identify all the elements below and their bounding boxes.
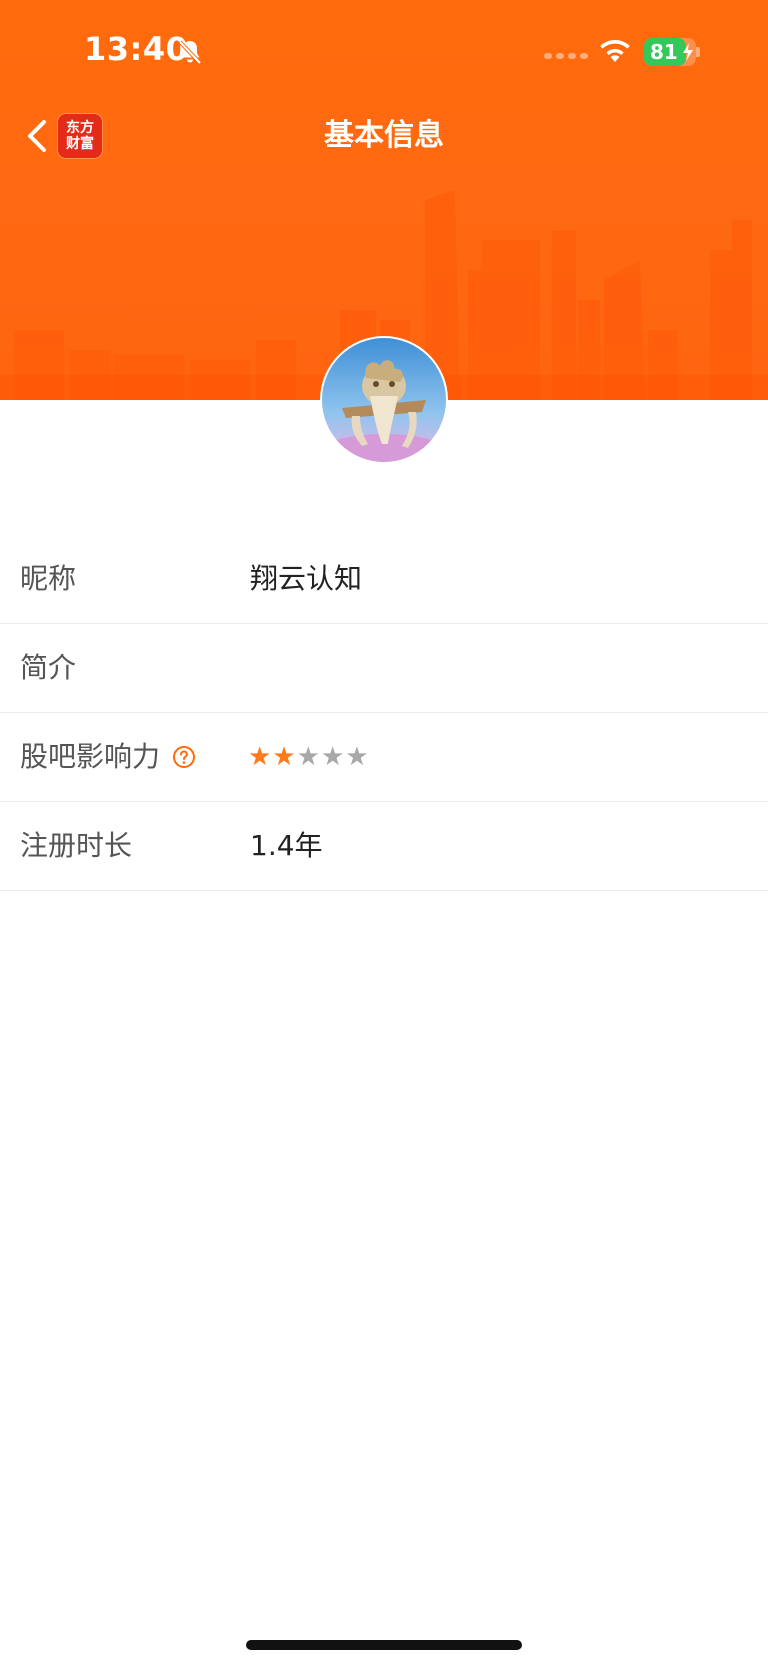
profile-basic-info-screen: 13:40 81 东方 财富 基本信息 昵称 翔云认知 简介 股吧影响力 ★★★… — [0, 0, 768, 1665]
star-empty-icon: ★ — [320, 742, 346, 772]
nickname-row[interactable]: 昵称 翔云认知 — [0, 535, 768, 624]
nickname-value: 翔云认知 — [250, 562, 363, 595]
registration-duration-row: 注册时长 1.4年 — [0, 802, 768, 891]
info-list: 昵称 翔云认知 简介 股吧影响力 ★★★★★ 注册时长 1.4年 — [0, 535, 768, 891]
charging-bolt-icon — [683, 43, 693, 61]
bio-row[interactable]: 简介 — [0, 624, 768, 713]
status-bar: 13:40 81 — [0, 0, 768, 100]
nickname-label: 昵称 — [20, 562, 77, 595]
home-indicator[interactable] — [246, 1640, 522, 1650]
cellular-signal-icon — [544, 53, 588, 59]
influence-label: 股吧影响力 — [20, 740, 161, 773]
battery-percent: 81 — [650, 40, 678, 64]
bell-off-icon — [178, 40, 202, 65]
influence-rating: ★★★★★ — [248, 713, 370, 801]
question-circle-icon[interactable] — [172, 745, 196, 769]
star-empty-icon: ★ — [345, 742, 370, 772]
battery-charging-icon: 81 — [644, 38, 700, 66]
avatar-image — [322, 338, 446, 462]
wifi-icon — [600, 40, 630, 62]
star-filled-icon: ★ — [248, 742, 273, 772]
influence-row: 股吧影响力 ★★★★★ — [0, 713, 768, 802]
status-time: 13:40 — [84, 30, 189, 68]
user-avatar[interactable] — [322, 338, 446, 462]
star-empty-icon: ★ — [296, 742, 321, 772]
bio-label: 简介 — [20, 651, 77, 684]
registration-duration-label: 注册时长 — [20, 829, 133, 862]
star-filled-icon: ★ — [272, 742, 297, 772]
page-title: 基本信息 — [324, 118, 444, 153]
registration-duration-value: 1.4年 — [250, 829, 323, 862]
